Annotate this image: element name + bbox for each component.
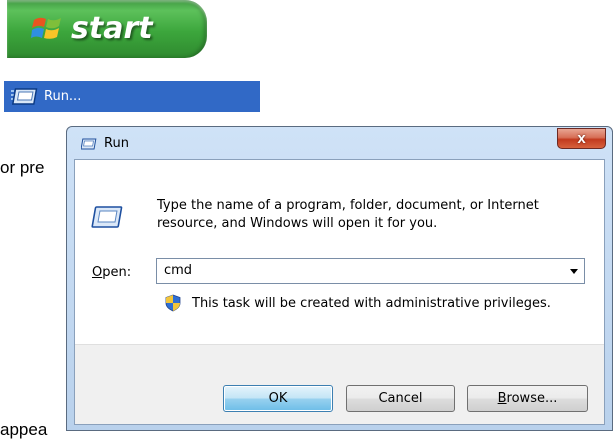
- windows-flag-icon: [31, 17, 61, 39]
- open-label-text: pen:: [102, 265, 132, 280]
- instruction-fragment: appea: [0, 420, 48, 439]
- uac-shield-icon: [165, 294, 181, 312]
- chevron-down-icon[interactable]: [570, 269, 578, 274]
- start-label: start: [71, 11, 153, 46]
- run-icon: [11, 88, 38, 105]
- start-button[interactable]: start: [7, 0, 207, 58]
- ok-button[interactable]: OK: [223, 385, 333, 412]
- cancel-button[interactable]: Cancel: [346, 385, 455, 412]
- title-bar[interactable]: Run x: [67, 127, 612, 159]
- browse-button[interactable]: Browse...: [467, 385, 588, 412]
- instruction-fragment: or pre: [0, 158, 45, 177]
- button-area: OK Cancel Browse...: [75, 344, 604, 424]
- browse-label: rowse...: [506, 391, 558, 406]
- admin-notice: This task will be created with administr…: [192, 296, 551, 311]
- run-menu-label: Run...: [44, 89, 82, 104]
- open-label-mnemonic: O: [92, 265, 103, 280]
- open-label: Open:: [92, 265, 131, 280]
- open-input[interactable]: cmd: [164, 263, 192, 278]
- close-button[interactable]: x: [557, 128, 606, 149]
- browse-mnemonic: B: [497, 391, 507, 406]
- close-icon: x: [577, 130, 586, 147]
- dialog-body: Type the name of a program, folder, docu…: [74, 159, 605, 425]
- dialog-title: Run: [104, 136, 129, 151]
- run-dialog: Run x Type the name of a program, folder…: [66, 126, 613, 431]
- run-icon: [91, 206, 123, 228]
- run-menu-item[interactable]: Run...: [4, 81, 260, 112]
- dialog-description: Type the name of a program, folder, docu…: [157, 198, 539, 231]
- open-combobox[interactable]: cmd: [156, 258, 585, 284]
- run-title-icon: [81, 138, 97, 150]
